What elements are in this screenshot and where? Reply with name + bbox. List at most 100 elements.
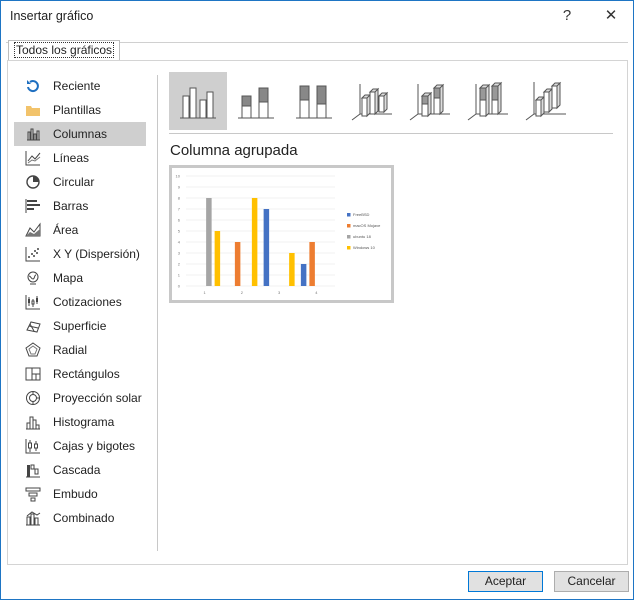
legend-swatch xyxy=(347,246,351,250)
combo-chart-icon xyxy=(24,510,42,526)
sidebar-item-label: X Y (Dispersión) xyxy=(53,247,140,261)
bar-windows-10 xyxy=(251,198,258,286)
sidebar-item-pie-chart[interactable]: Circular xyxy=(14,170,146,194)
3d-column-button[interactable] xyxy=(517,72,575,130)
sidebar-item-waterfall-chart[interactable]: Cascada xyxy=(14,458,146,482)
3d-100-stacked-column-button[interactable] xyxy=(459,72,517,130)
sidebar-item-folder[interactable]: Plantillas xyxy=(14,98,146,122)
legend-swatch xyxy=(347,224,351,228)
sidebar-item-label: Superficie xyxy=(53,319,107,333)
stacked-column-icon xyxy=(234,78,278,125)
bar-macos-mojave xyxy=(234,242,241,286)
pie-chart-icon xyxy=(24,174,42,190)
y-tick-label: 1 xyxy=(178,273,181,278)
sidebar-item-radar-chart[interactable]: Radial xyxy=(14,338,146,362)
help-button[interactable]: ? xyxy=(553,5,581,27)
sidebar-item-label: Embudo xyxy=(53,487,98,501)
sidebar-item-label: Rectángulos xyxy=(53,367,120,381)
x-tick-label: 2 xyxy=(241,290,244,295)
y-tick-label: 9 xyxy=(178,185,181,190)
histogram-chart-icon xyxy=(24,414,42,430)
bar-freebsd xyxy=(300,264,307,286)
y-tick-label: 10 xyxy=(176,174,181,179)
bar-ubuntu-18 xyxy=(206,198,212,286)
sidebar-item-line-chart[interactable]: Líneas xyxy=(14,146,146,170)
legend-swatch xyxy=(347,235,351,239)
radar-chart-icon xyxy=(24,342,42,358)
sidebar-item-label: Circular xyxy=(53,175,95,189)
3d-stacked-column-button[interactable] xyxy=(401,72,459,130)
sidebar-item-stock-chart[interactable]: Cotizaciones xyxy=(14,290,146,314)
waterfall-chart-icon xyxy=(24,462,42,478)
sidebar-item-sunburst-chart[interactable]: Proyección solar xyxy=(14,386,146,410)
3d-clustered-column-icon xyxy=(350,78,394,125)
sidebar-item-box-whisker-chart[interactable]: Cajas y bigotes xyxy=(14,434,146,458)
map-chart-icon xyxy=(24,270,42,286)
column-chart-icon xyxy=(24,126,42,142)
sidebar-item-surface-chart[interactable]: Superficie xyxy=(14,314,146,338)
sidebar-item-label: Cotizaciones xyxy=(53,295,122,309)
sidebar-item-funnel-chart[interactable]: Embudo xyxy=(14,482,146,506)
dialog-title: Insertar gráfico xyxy=(10,9,94,23)
folder-icon xyxy=(24,102,42,118)
x-tick-label: 3 xyxy=(278,290,281,295)
treemap-chart-icon xyxy=(24,366,42,382)
sidebar-item-combo-chart[interactable]: Combinado xyxy=(14,506,146,530)
sidebar-item-label: Proyección solar xyxy=(53,391,142,405)
x-tick-label: 4 xyxy=(315,290,318,295)
stacked-column-button[interactable] xyxy=(227,72,285,130)
bar-macos-mojave xyxy=(309,242,315,286)
3d-clustered-column-button[interactable] xyxy=(343,72,401,130)
3d-stacked-column-icon xyxy=(408,78,452,125)
tab-label: Todos los gráficos xyxy=(14,42,115,58)
legend-swatch xyxy=(347,213,351,217)
sidebar-item-label: Área xyxy=(53,223,79,237)
sidebar-item-label: Combinado xyxy=(53,511,115,525)
sidebar-item-area-chart[interactable]: Área xyxy=(14,218,146,242)
tab-all-charts[interactable]: Todos los gráficos xyxy=(8,40,121,61)
recent-icon xyxy=(24,78,42,94)
sidebar-divider xyxy=(157,75,158,551)
sidebar-item-label: Cajas y bigotes xyxy=(53,439,136,453)
sidebar-item-histogram-chart[interactable]: Histograma xyxy=(14,410,146,434)
y-tick-label: 3 xyxy=(178,251,181,256)
legend-label: macOS Mojave xyxy=(353,223,381,228)
sidebar-item-label: Radial xyxy=(53,343,88,357)
close-button[interactable]: ✕ xyxy=(597,5,625,27)
sidebar-item-column-chart[interactable]: Columnas xyxy=(14,122,146,146)
sidebar-item-label: Líneas xyxy=(53,151,90,165)
sidebar-item-bar-chart[interactable]: Barras xyxy=(14,194,146,218)
sidebar-item-label: Mapa xyxy=(53,271,84,285)
y-tick-label: 7 xyxy=(178,207,181,212)
clustered-column-icon xyxy=(176,78,220,125)
chart-type-list: Reciente Plantillas Columnas Líneas Circular… xyxy=(14,74,146,530)
y-tick-label: 2 xyxy=(178,262,181,267)
scatter-chart-icon xyxy=(24,246,42,262)
y-tick-label: 4 xyxy=(178,240,181,245)
cancel-button[interactable]: Cancelar xyxy=(554,571,629,592)
title-bar: Insertar gráfico ? ✕ xyxy=(1,1,633,31)
bar-windows-10 xyxy=(289,253,295,286)
area-chart-icon xyxy=(24,222,42,238)
sidebar-item-label: Histograma xyxy=(53,415,115,429)
3d-column-icon xyxy=(524,78,568,125)
insert-chart-dialog: Insertar gráfico ? ✕ Todos los gráficos … xyxy=(0,0,634,600)
accept-button[interactable]: Aceptar xyxy=(468,571,543,592)
sidebar-item-label: Columnas xyxy=(53,127,108,141)
subtype-title: Columna agrupada xyxy=(170,142,298,159)
sidebar-item-recent[interactable]: Reciente xyxy=(14,74,146,98)
sidebar-item-scatter-chart[interactable]: X Y (Dispersión) xyxy=(14,242,146,266)
y-tick-label: 6 xyxy=(178,218,181,223)
x-tick-label: 1 xyxy=(204,290,207,295)
sidebar-item-map-chart[interactable]: Mapa xyxy=(14,266,146,290)
sidebar-item-treemap-chart[interactable]: Rectángulos xyxy=(14,362,146,386)
sidebar-item-label: Plantillas xyxy=(53,103,102,117)
clustered-column-button[interactable] xyxy=(169,72,227,130)
y-tick-label: 8 xyxy=(178,196,181,201)
chart-preview[interactable]: 0 1 2 3 4 5 6 7 8 9 10 1 2 3 4 FreeBSD macOS Mojave ubunt… xyxy=(169,165,394,303)
bar-freebsd xyxy=(263,209,270,286)
100-stacked-column-button[interactable] xyxy=(285,72,343,130)
box-whisker-chart-icon xyxy=(24,438,42,454)
subtype-separator xyxy=(169,133,613,134)
bar-windows-10 xyxy=(214,231,221,286)
